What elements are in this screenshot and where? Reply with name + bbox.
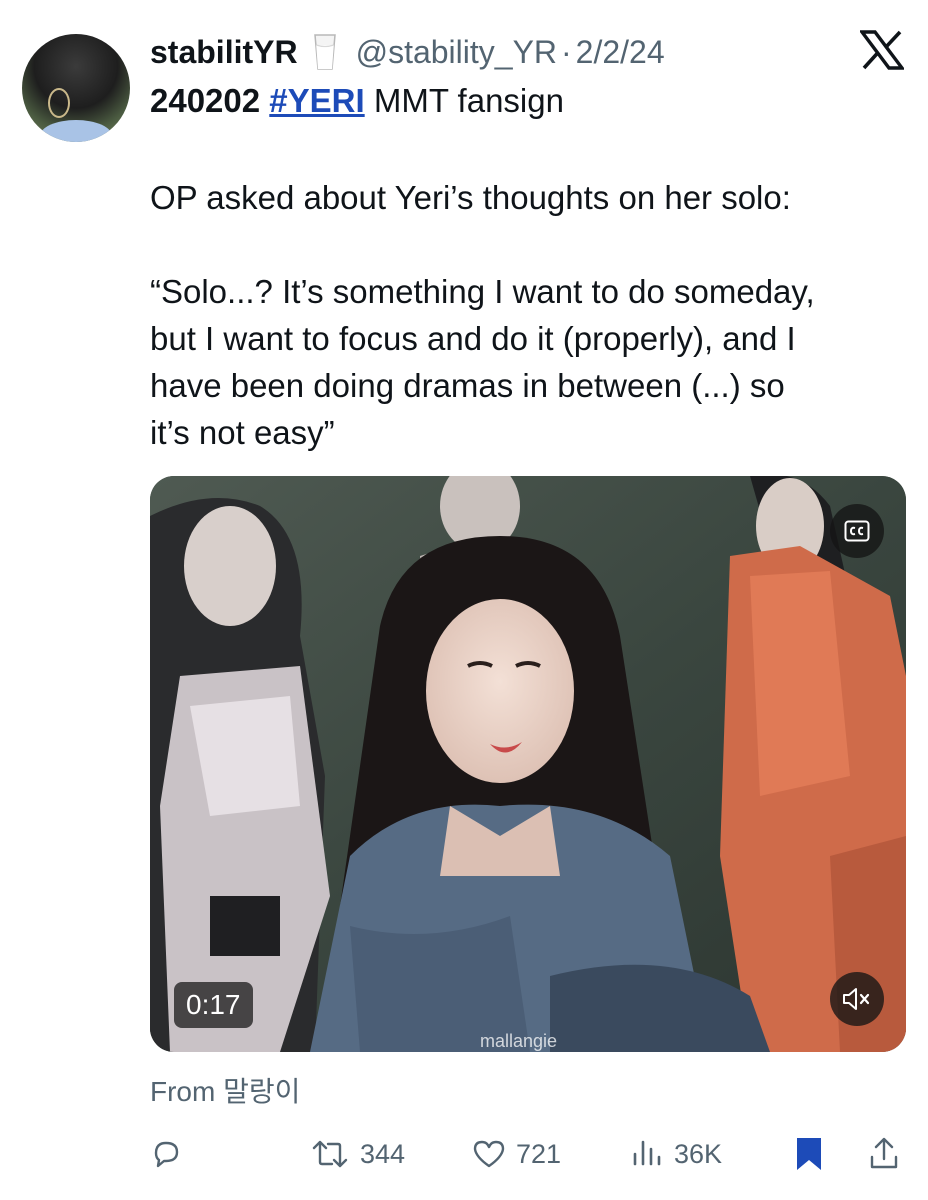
display-name[interactable]: stabilitYR bbox=[150, 34, 298, 71]
views-count: 36K bbox=[674, 1138, 723, 1169]
bookmark-button[interactable] bbox=[794, 1124, 824, 1184]
headline-text: MMT fansign bbox=[373, 82, 564, 119]
video-player[interactable]: 0:17 mallangie bbox=[150, 476, 906, 1052]
shoulder-shape bbox=[40, 120, 112, 142]
hashtag-link[interactable]: #YERI bbox=[269, 82, 364, 119]
video-frame bbox=[150, 476, 906, 1052]
body-line-4: have been doing dramas in between (...) … bbox=[150, 367, 785, 404]
like-button[interactable]: 721 bbox=[472, 1124, 561, 1184]
views-button[interactable]: 36K bbox=[630, 1124, 722, 1184]
muted-speaker-icon bbox=[843, 988, 870, 1010]
milk-glass-icon bbox=[312, 33, 338, 71]
repost-count: 344 bbox=[360, 1138, 406, 1169]
video-watermark: mallangie bbox=[480, 1031, 558, 1051]
heart-icon bbox=[473, 1140, 505, 1168]
author-row: stabilitYR @stability_YR · 2/2/24 bbox=[150, 30, 665, 74]
headline-date: 240202 bbox=[150, 82, 261, 119]
meta-separator: · bbox=[561, 33, 572, 70]
mute-button[interactable] bbox=[830, 972, 884, 1026]
video-duration: 0:17 bbox=[174, 982, 253, 1028]
captions-button[interactable] bbox=[830, 504, 884, 558]
body-line-5: it’s not easy” bbox=[150, 414, 335, 451]
share-button[interactable] bbox=[868, 1124, 900, 1184]
x-logo-icon[interactable] bbox=[858, 30, 906, 70]
avatar[interactable] bbox=[22, 34, 130, 142]
reply-button[interactable] bbox=[150, 1124, 182, 1184]
repost-button[interactable]: 344 bbox=[310, 1124, 405, 1184]
share-icon bbox=[870, 1137, 898, 1169]
post-headline: 240202 #YERI MMT fansign bbox=[150, 78, 564, 124]
like-count: 721 bbox=[516, 1138, 562, 1169]
body-line-1: OP asked about Yeri’s thoughts on her so… bbox=[150, 179, 791, 216]
bookmark-icon bbox=[797, 1138, 821, 1170]
body-line-2: “Solo...? It’s something I want to do so… bbox=[150, 273, 815, 310]
cc-icon bbox=[844, 520, 870, 542]
action-bar: 344 721 36K bbox=[150, 1124, 910, 1184]
post-card: stabilitYR @stability_YR · 2/2/24 240202… bbox=[0, 0, 928, 1200]
body-line-3: but I want to focus and do it (properly)… bbox=[150, 320, 796, 357]
media-source-credit: From 말랑이 bbox=[150, 1076, 301, 1107]
repost-icon bbox=[312, 1140, 348, 1168]
author-handle[interactable]: @stability_YR bbox=[356, 34, 557, 71]
views-bars-icon bbox=[633, 1140, 661, 1166]
post-date[interactable]: 2/2/24 bbox=[576, 34, 665, 71]
earring-shape bbox=[48, 88, 70, 118]
reply-bubble-icon bbox=[154, 1141, 179, 1168]
